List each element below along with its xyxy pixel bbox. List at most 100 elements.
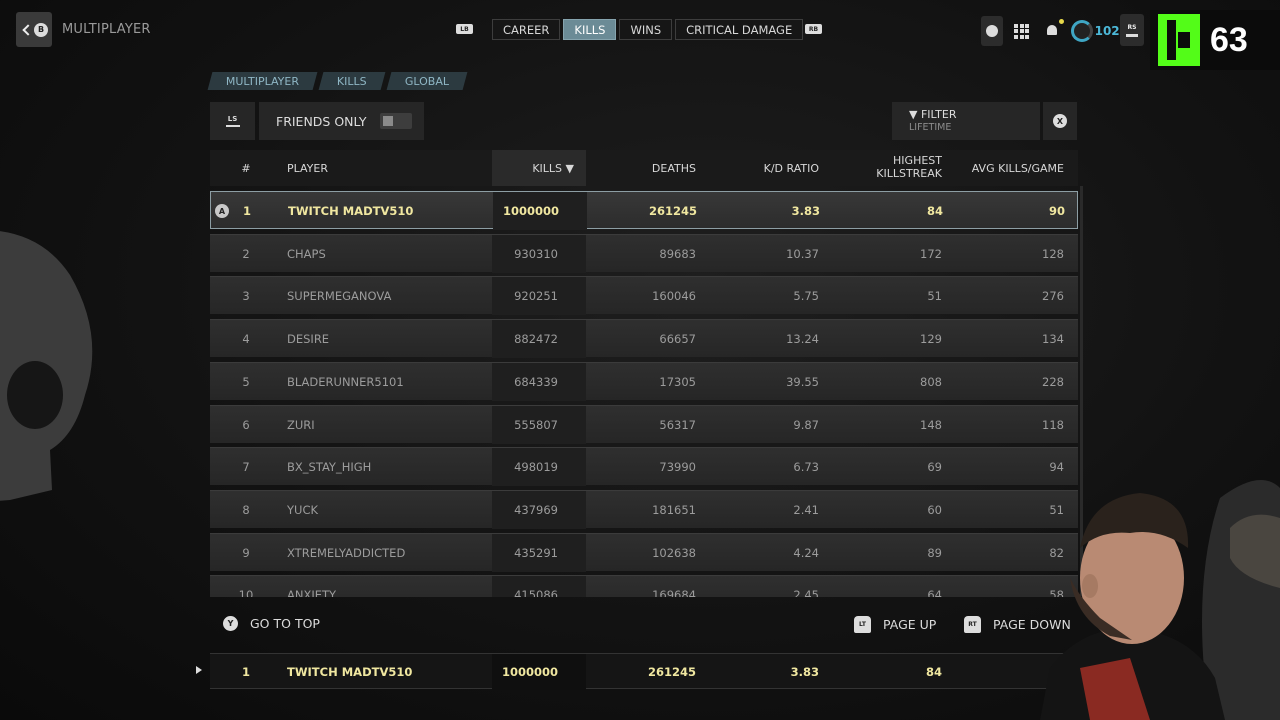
row-kd: 10.37 xyxy=(786,246,819,261)
row-rank: 9 xyxy=(242,545,250,560)
rb-bumper-icon[interactable]: RB xyxy=(805,24,822,34)
table-row[interactable]: 9 XTREMELYADDICTED 435291 102638 4.24 89… xyxy=(210,532,1078,572)
row-kd: 39.55 xyxy=(786,374,819,389)
header-player[interactable]: PLAYER xyxy=(287,150,487,186)
row-kd: 2.45 xyxy=(793,588,819,597)
my-deaths: 261245 xyxy=(647,665,696,679)
row-streak: 148 xyxy=(920,417,942,432)
header-kills[interactable]: KILLS ▼ xyxy=(492,150,586,186)
breadcrumb-multiplayer[interactable]: MULTIPLAYER xyxy=(207,72,318,90)
chevron-left-icon xyxy=(22,23,34,36)
row-kills: 415086 xyxy=(514,588,558,597)
table-row[interactable]: 3 SUPERMEGANOVA 920251 160046 5.75 51 27… xyxy=(210,276,1078,316)
table-row[interactable]: 5 BLADERUNNER5101 684339 17305 39.55 808… xyxy=(210,361,1078,401)
row-avg: 118 xyxy=(1042,417,1064,432)
row-rank: 4 xyxy=(242,332,250,347)
row-player: YUCK xyxy=(287,502,319,517)
row-deaths: 89683 xyxy=(659,246,696,261)
menu-bars-icon xyxy=(1126,33,1138,37)
stream-viewer-overlay: 63 xyxy=(1150,10,1280,70)
my-player-name: TWITCH MADTV510 xyxy=(287,665,413,679)
viewer-count: 63 xyxy=(1210,20,1248,59)
row-avg: 90 xyxy=(1048,204,1065,218)
tab-critical-damage[interactable]: CRITICAL DAMAGE xyxy=(675,19,804,40)
ls-stick-icon: LS xyxy=(225,115,240,127)
category-tabs: CAREER KILLS WINS CRITICAL DAMAGE xyxy=(492,19,804,40)
row-rank: 8 xyxy=(242,502,250,517)
row-deaths: 261245 xyxy=(648,204,697,218)
breadcrumb-global[interactable]: GLOBAL xyxy=(386,72,468,90)
row-deaths: 160046 xyxy=(652,289,696,304)
tab-wins[interactable]: WINS xyxy=(619,19,673,40)
header-deaths[interactable]: DEATHS xyxy=(586,150,696,186)
b-button-icon: B xyxy=(34,22,48,37)
row-player: ZURI xyxy=(287,417,315,432)
toggle-switch[interactable] xyxy=(380,113,413,129)
footer-controls: Y GO TO TOP LT PAGE UP RT PAGE DOWN xyxy=(210,610,1078,640)
row-kd: 3.83 xyxy=(791,204,820,218)
ls-button[interactable]: LS xyxy=(210,102,255,140)
row-kd: 13.24 xyxy=(786,332,819,347)
filter-button[interactable]: ▼ FILTER LIFETIME xyxy=(892,102,1040,140)
webcam-overlay xyxy=(1040,480,1280,720)
header-kd-ratio[interactable]: K/D RATIO xyxy=(696,150,819,186)
header-rank: # xyxy=(241,161,251,175)
menu-icon[interactable] xyxy=(980,16,1003,46)
clear-filter-button[interactable]: X xyxy=(1043,102,1077,140)
page-title: MULTIPLAYER xyxy=(62,22,151,37)
table-row[interactable]: 7 BX_STAY_HIGH 498019 73990 6.73 69 94 xyxy=(210,447,1078,487)
row-deaths: 66657 xyxy=(659,332,696,347)
row-streak: 60 xyxy=(927,502,942,517)
row-streak: 64 xyxy=(927,588,942,597)
row-streak: 89 xyxy=(927,545,942,560)
my-kills: 1000000 xyxy=(501,665,558,679)
row-streak: 69 xyxy=(927,460,942,475)
row-player: TWITCH MADTV510 xyxy=(288,204,414,218)
row-kills: 1000000 xyxy=(502,204,559,218)
row-streak: 808 xyxy=(920,374,942,389)
level-icon xyxy=(1070,20,1093,42)
row-rank: 1 xyxy=(242,204,251,218)
lb-bumper-icon[interactable]: LB xyxy=(456,24,473,34)
lt-trigger-icon: LT xyxy=(854,616,871,633)
row-rank: 6 xyxy=(242,417,250,432)
my-rank-row[interactable]: 1 TWITCH MADTV510 1000000 261245 3.83 84 xyxy=(210,653,1078,690)
table-row[interactable]: A1 TWITCH MADTV510 1000000 261245 3.83 8… xyxy=(210,191,1078,230)
row-player: BLADERUNNER5101 xyxy=(287,374,404,389)
rt-trigger-icon: RT xyxy=(964,616,981,633)
rs-label: RS xyxy=(1127,23,1137,31)
header-avg-kills[interactable]: AVG KILLS/GAME xyxy=(942,150,1064,186)
filter-label: ▼ FILTER xyxy=(909,108,957,121)
table-row[interactable]: 6 ZURI 555807 56317 9.87 148 118 xyxy=(210,404,1078,444)
row-player: BX_STAY_HIGH xyxy=(287,460,372,475)
breadcrumb-kills[interactable]: KILLS xyxy=(318,72,386,90)
grid-icon[interactable] xyxy=(1011,17,1033,45)
row-streak: 51 xyxy=(927,289,942,304)
table-row[interactable]: 2 CHAPS 930310 89683 10.37 172 128 xyxy=(210,233,1078,273)
table-row[interactable]: 10 ANXIETY 415086 169684 2.45 64 58 xyxy=(210,575,1078,597)
bell-icon[interactable] xyxy=(1041,17,1064,45)
row-kills: 930310 xyxy=(514,246,558,261)
breadcrumb-label: GLOBAL xyxy=(404,74,449,88)
friends-only-toggle[interactable]: FRIENDS ONLY xyxy=(259,102,424,140)
rs-button[interactable]: RS xyxy=(1120,14,1144,46)
my-kd: 3.83 xyxy=(790,665,819,679)
x-button-icon: X xyxy=(1053,114,1067,128)
header-highest-killstreak[interactable]: HIGHEST KILLSTREAK xyxy=(819,150,942,186)
page-up-label: PAGE UP xyxy=(883,617,937,632)
table-row[interactable]: 4 DESIRE 882472 66657 13.24 129 134 xyxy=(210,319,1078,359)
tab-career[interactable]: CAREER xyxy=(492,19,561,40)
table-row[interactable]: 8 YUCK 437969 181651 2.41 60 51 xyxy=(210,489,1078,529)
breadcrumb: MULTIPLAYER KILLS GLOBAL xyxy=(207,72,468,90)
page-up-button[interactable]: LT PAGE UP xyxy=(854,616,936,633)
row-deaths: 181651 xyxy=(652,502,696,517)
go-to-top-button[interactable]: Y GO TO TOP xyxy=(223,616,320,631)
row-streak: 172 xyxy=(920,246,942,261)
filter-value: LIFETIME xyxy=(909,122,952,133)
row-deaths: 17305 xyxy=(659,374,696,389)
back-button[interactable]: B xyxy=(16,12,52,47)
row-deaths: 169684 xyxy=(652,588,696,597)
row-kills: 437969 xyxy=(514,502,558,517)
row-kd: 9.87 xyxy=(793,417,819,432)
tab-kills[interactable]: KILLS xyxy=(563,19,617,40)
